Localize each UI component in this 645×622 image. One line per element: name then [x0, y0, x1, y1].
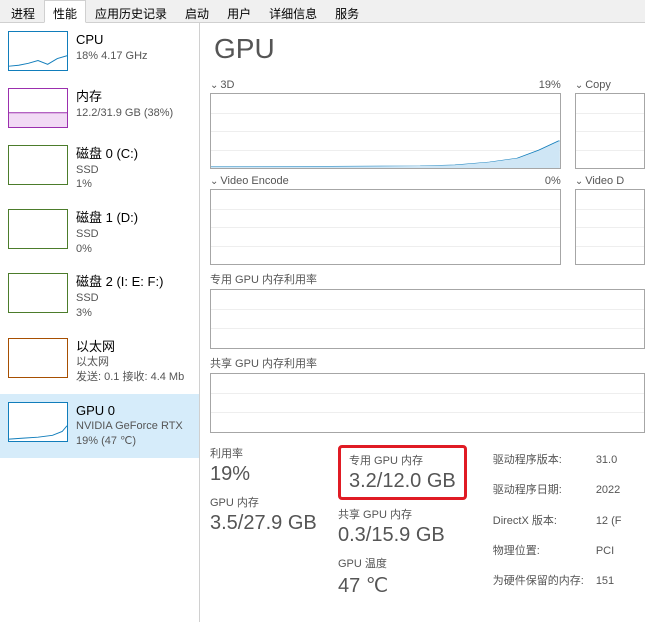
stat-dedicated-mem-highlighted: 专用 GPU 内存 3.2/12.0 GB: [338, 445, 467, 500]
sidebar-item-sub2: 0%: [76, 242, 138, 257]
sidebar-item-memory[interactable]: 内存 12.2/31.9 GB (38%): [0, 80, 199, 137]
sidebar-item-label: 磁盘 1 (D:): [76, 209, 138, 227]
sidebar-item-label: 内存: [76, 88, 173, 106]
sidebar-item-sub2: 3%: [76, 306, 163, 321]
chart-video-encode-pct: 0%: [545, 175, 561, 187]
sidebar-item-label: 磁盘 2 (I: E: F:): [76, 273, 163, 291]
chart-video-d[interactable]: [575, 189, 645, 265]
sidebar-item-sub: SSD: [76, 291, 163, 306]
sidebar-item-disk2[interactable]: 磁盘 2 (I: E: F:) SSD 3%: [0, 265, 199, 329]
chart-copy-label[interactable]: Copy: [575, 79, 611, 91]
content-pane: GPU 3D 19% Copy: [200, 23, 645, 622]
tab-app-history[interactable]: 应用历史记录: [86, 0, 176, 22]
sidebar-item-label: 磁盘 0 (C:): [76, 145, 138, 163]
sidebar-item-disk1[interactable]: 磁盘 1 (D:) SSD 0%: [0, 201, 199, 265]
sidebar: CPU 18% 4.17 GHz 内存 12.2/31.9 GB (38%) 磁…: [0, 23, 200, 622]
disk-thumb-icon: [8, 209, 68, 249]
tab-bar: 进程 性能 应用历史记录 启动 用户 详细信息 服务: [0, 0, 645, 23]
page-title: GPU: [214, 33, 645, 65]
stat-gpu-mem: GPU 内存 3.5/27.9 GB: [210, 494, 320, 535]
sidebar-item-sub2: 1%: [76, 177, 138, 192]
sidebar-item-label: GPU 0: [76, 402, 183, 420]
chart-3d-label[interactable]: 3D: [210, 79, 234, 91]
tab-details[interactable]: 详细信息: [260, 0, 326, 22]
sidebar-item-sub: SSD: [76, 227, 138, 242]
sidebar-item-gpu0[interactable]: GPU 0 NVIDIA GeForce RTX 19% (47 ℃): [0, 394, 199, 458]
chart-3d-pct: 19%: [539, 79, 561, 91]
sidebar-item-cpu[interactable]: CPU 18% 4.17 GHz: [0, 23, 199, 80]
chart-dedicated-mem-label: 专用 GPU 内存利用率: [210, 271, 645, 287]
stat-shared-mem: 共享 GPU 内存 0.3/15.9 GB: [338, 506, 467, 547]
sidebar-item-sub: 18% 4.17 GHz: [76, 49, 148, 64]
chart-copy[interactable]: [575, 93, 645, 169]
stat-gpu-temp: GPU 温度 47 ℃: [338, 555, 467, 598]
tab-performance[interactable]: 性能: [44, 0, 86, 23]
sidebar-item-sub2: 发送: 0.1 接收: 4.4 Mb: [76, 370, 184, 385]
cpu-thumb-icon: [8, 31, 68, 71]
network-thumb-icon: [8, 338, 68, 378]
chart-video-encode-label[interactable]: Video Encode: [210, 175, 289, 187]
chart-3d[interactable]: [210, 93, 561, 169]
tab-users[interactable]: 用户: [218, 0, 260, 22]
sidebar-item-sub: 以太网: [76, 355, 184, 370]
disk-thumb-icon: [8, 273, 68, 313]
sidebar-item-label: CPU: [76, 31, 148, 49]
chart-shared-mem-label: 共享 GPU 内存利用率: [210, 355, 645, 371]
disk-thumb-icon: [8, 145, 68, 185]
stat-utilization: 利用率 19%: [210, 445, 320, 486]
gpu-info-table: 驱动程序版本:31.0 驱动程序日期:2022 DirectX 版本:12 (F…: [491, 445, 624, 598]
sidebar-item-sub2: 19% (47 ℃): [76, 434, 183, 449]
tab-startup[interactable]: 启动: [176, 0, 218, 22]
sidebar-item-sub: NVIDIA GeForce RTX: [76, 419, 183, 434]
chart-shared-mem[interactable]: [210, 373, 645, 433]
sidebar-item-label: 以太网: [76, 338, 184, 356]
chart-video-d-label[interactable]: Video D: [575, 175, 624, 187]
tab-processes[interactable]: 进程: [2, 0, 44, 22]
tab-services[interactable]: 服务: [326, 0, 368, 22]
memory-thumb-icon: [8, 88, 68, 128]
sidebar-item-sub: SSD: [76, 163, 138, 178]
gpu-thumb-icon: [8, 402, 68, 442]
sidebar-item-disk0[interactable]: 磁盘 0 (C:) SSD 1%: [0, 137, 199, 201]
chart-dedicated-mem[interactable]: [210, 289, 645, 349]
sidebar-item-sub: 12.2/31.9 GB (38%): [76, 106, 173, 121]
sidebar-item-ethernet[interactable]: 以太网 以太网 发送: 0.1 接收: 4.4 Mb: [0, 330, 199, 394]
chart-video-encode[interactable]: [210, 189, 561, 265]
